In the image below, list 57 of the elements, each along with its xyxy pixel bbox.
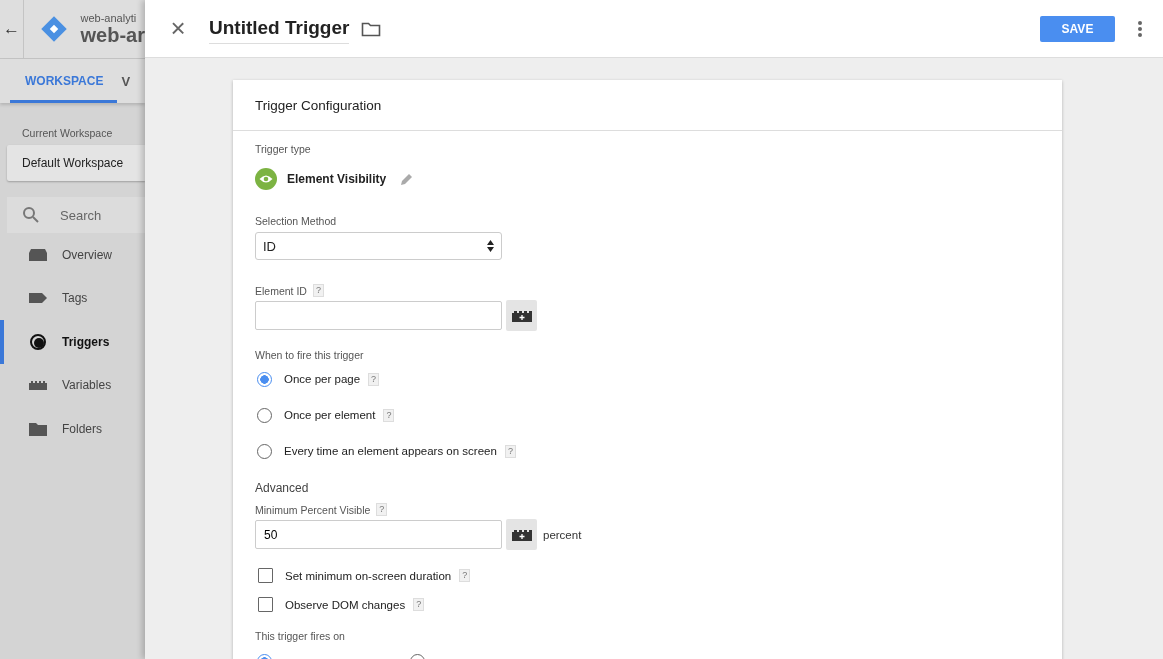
pencil-icon[interactable] xyxy=(400,172,415,186)
workspace-tab[interactable]: V xyxy=(117,59,131,103)
variable-button[interactable] xyxy=(506,519,537,550)
blocks-icon xyxy=(511,309,532,322)
container-name: web-ar xyxy=(80,23,145,47)
option-label: Once per element xyxy=(284,409,376,421)
section-heading: Advanced xyxy=(255,481,309,495)
help-icon[interactable]: ? xyxy=(376,503,388,516)
option-label: Set minimum on-screen duration xyxy=(285,569,452,582)
save-button[interactable]: SAVE xyxy=(1040,15,1115,42)
workspace-selector[interactable]: Default Workspace xyxy=(7,145,145,181)
radio-button[interactable] xyxy=(257,371,272,387)
help-icon[interactable]: ? xyxy=(368,372,380,386)
field-label: Trigger type xyxy=(255,143,311,155)
container-label: web-analyti xyxy=(80,11,138,24)
nav-item[interactable]: Overview xyxy=(0,233,145,277)
selection-method-dropdown[interactable]: ID xyxy=(255,232,502,260)
help-icon[interactable]: ? xyxy=(312,284,324,297)
field-label: Selection Method xyxy=(255,215,337,227)
variable-button[interactable] xyxy=(506,300,537,331)
trigger-icon xyxy=(28,333,48,350)
option-label: Observe DOM changes xyxy=(285,598,406,611)
search-icon xyxy=(22,206,40,224)
nav-item[interactable]: Variables xyxy=(0,363,145,407)
checkbox[interactable] xyxy=(258,568,273,583)
sort-arrows-icon xyxy=(487,240,494,252)
option-label: Every time an element appears on screen xyxy=(284,445,497,457)
workspace-tab[interactable]: WORKSPACE xyxy=(10,59,118,103)
nav-item[interactable]: Folders xyxy=(0,407,145,451)
unit-label: percent xyxy=(543,528,582,541)
card-title: Trigger Configuration xyxy=(255,97,382,113)
help-icon[interactable]: ? xyxy=(383,408,395,422)
folder-icon xyxy=(28,420,48,437)
workspace-label: Current Workspace xyxy=(22,127,114,139)
close-button[interactable]: × xyxy=(167,13,189,44)
field-label: When to fire this trigger xyxy=(255,349,364,361)
more-menu-icon[interactable] xyxy=(1137,19,1143,38)
field-label: Minimum Percent Visible xyxy=(255,503,371,516)
trigger-type-name: Element Visibility xyxy=(287,172,387,186)
search-input[interactable]: Search xyxy=(58,206,142,224)
element-id-field[interactable] xyxy=(255,301,502,330)
help-icon[interactable]: ? xyxy=(459,569,471,582)
search-field[interactable]: Search xyxy=(7,197,145,233)
drawer-icon xyxy=(28,246,48,263)
blocks-icon xyxy=(511,528,532,541)
option-label: Once per page xyxy=(284,373,361,385)
folder-icon[interactable] xyxy=(361,20,382,37)
field-label: Element ID xyxy=(255,284,307,297)
eye-icon xyxy=(255,168,277,190)
field-label: This trigger fires on xyxy=(255,630,345,642)
help-icon[interactable]: ? xyxy=(504,444,516,458)
trigger-name-field[interactable]: Untitled Trigger xyxy=(209,17,350,44)
checkbox[interactable] xyxy=(258,597,273,612)
min-percent-field[interactable]: 50 xyxy=(255,520,502,549)
nav-item[interactable]: Tags xyxy=(0,276,145,320)
help-icon[interactable]: ? xyxy=(413,598,425,611)
back-arrow[interactable]: ← xyxy=(0,19,23,39)
